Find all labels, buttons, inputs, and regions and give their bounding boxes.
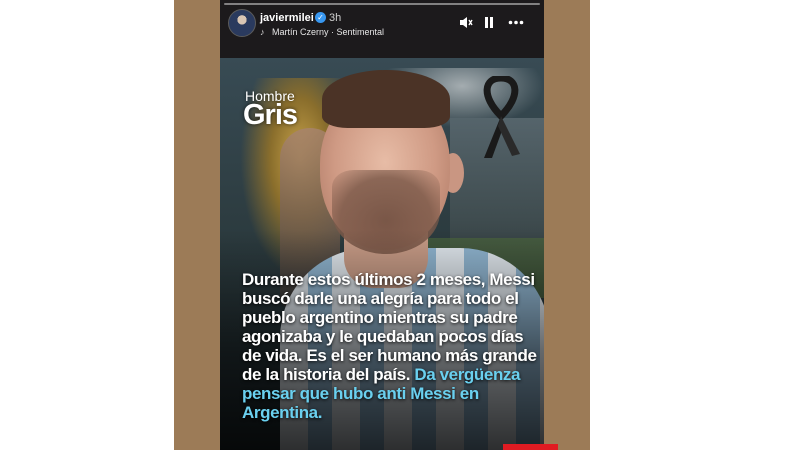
speaker-muted-icon[interactable] bbox=[459, 16, 473, 31]
story-caption: Durante estos últimos 2 meses, Messi bus… bbox=[242, 270, 540, 422]
hair bbox=[322, 70, 450, 128]
mourning-ribbon-icon bbox=[483, 76, 520, 158]
username-link[interactable]: javiermilei bbox=[260, 12, 314, 24]
more-options-icon[interactable] bbox=[508, 16, 524, 31]
story-progress-bar bbox=[224, 3, 540, 5]
verified-badge-icon: ✓ bbox=[315, 12, 326, 23]
story-header: javiermilei ✓ 3h ♪ Martín Czerny · Senti… bbox=[220, 6, 544, 46]
story-viewer[interactable]: javiermilei ✓ 3h ♪ Martín Czerny · Senti… bbox=[220, 0, 544, 450]
brand-label-large: Gris bbox=[243, 99, 298, 131]
song-label[interactable]: Martín Czerny · Sentimental bbox=[272, 27, 384, 37]
avatar[interactable] bbox=[228, 9, 256, 37]
red-strip bbox=[503, 444, 558, 450]
music-note-icon: ♪ bbox=[260, 27, 265, 37]
pause-icon[interactable] bbox=[484, 16, 494, 31]
post-time: 3h bbox=[329, 12, 342, 24]
